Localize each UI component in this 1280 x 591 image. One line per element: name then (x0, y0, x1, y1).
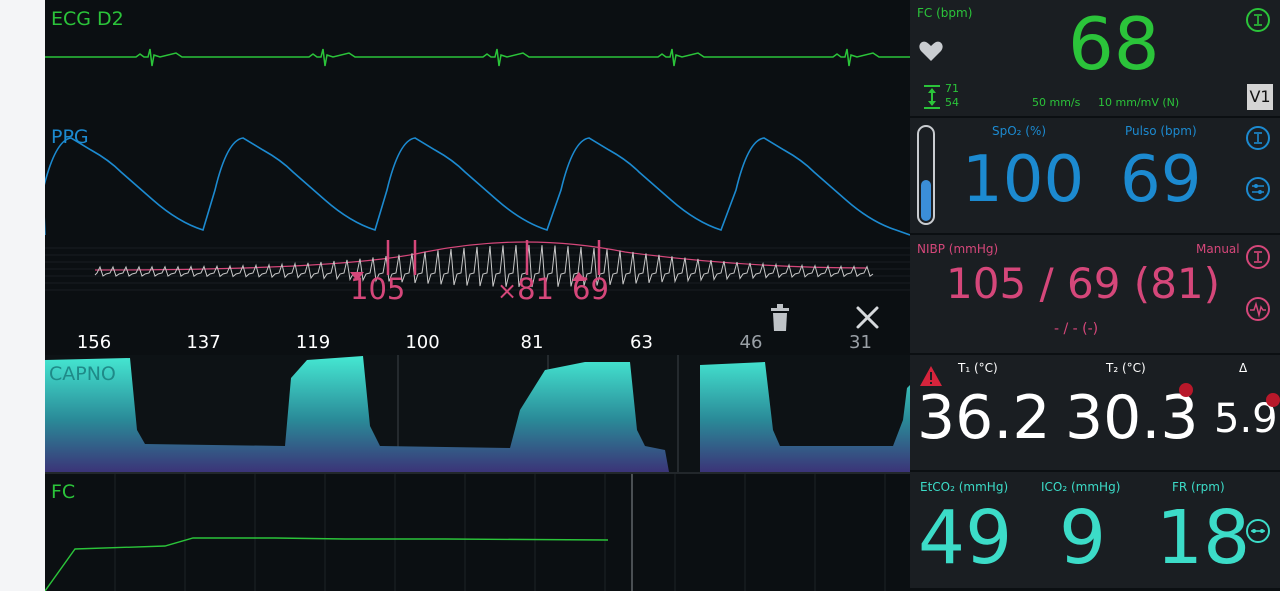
close-icon[interactable] (856, 306, 879, 329)
scale-tick-label: 81 (520, 332, 544, 353)
temperature-panel[interactable]: T₁ (°C) 36.2 T₂ (°C) 30.3 Δ 5.9 (910, 355, 1280, 470)
fc-trend-grid (45, 472, 910, 591)
spo2-label: SpO₂ (%) (992, 124, 1047, 138)
fr-value: 18 (1156, 495, 1251, 581)
etco2-label: EtCO₂ (mmHg) (920, 480, 1009, 494)
fc-value: 68 (1068, 2, 1160, 86)
ecg-gain: 10 mm/mV (N) (1098, 96, 1180, 109)
t2-label: T₂ (°C) (1106, 361, 1146, 375)
nibp-previous: - / - (-) (1054, 321, 1099, 337)
fc-limit-low: 54 (945, 96, 959, 109)
settings-sliders-icon[interactable] (1246, 177, 1270, 201)
t2-value: 30.3 (1065, 383, 1199, 453)
ico2-label: ICO₂ (mmHg) (1041, 480, 1121, 494)
fc-limit-high: 71 (945, 82, 959, 95)
scale-tick-label: 63 (630, 332, 653, 353)
nibp-systolic-marker: 105 (350, 272, 405, 306)
etco2-value: 49 (918, 495, 1013, 581)
nibp-mode: Manual (1196, 242, 1240, 256)
co2-panel[interactable]: EtCO₂ (mmHg) 49 ICO₂ (mmHg) 9 FR (rpm) 1… (910, 472, 1280, 588)
scale-tick-label: 137 (186, 332, 221, 353)
t1-label: T₁ (°C) (958, 361, 998, 375)
nibp-limits-button[interactable] (1246, 245, 1270, 269)
signal-strength-bar (917, 125, 935, 225)
spo2-limits-button[interactable] (1246, 126, 1270, 150)
nibp-diastolic-marker: 69 (572, 272, 609, 306)
nibp-waveform-icon[interactable] (1246, 297, 1270, 321)
alarm-limits-icon (924, 85, 940, 109)
fc-limits-button[interactable] (1246, 8, 1270, 32)
sweep-speed: 50 mm/s (1032, 96, 1081, 109)
waveform-canvas (45, 48, 910, 591)
spo2-panel[interactable]: SpO₂ (%) 100 Pulso (bpm) 69 (910, 118, 1280, 233)
scale-tick-label: 156 (76, 332, 112, 353)
ppg-label: PPG (51, 126, 89, 148)
trash-icon[interactable] (771, 304, 789, 331)
pulse-label: Pulso (bpm) (1125, 124, 1197, 138)
ppg-waveform (45, 137, 910, 236)
nibp-label: NIBP (mmHg) (917, 242, 999, 256)
nibp-panel[interactable]: NIBP (mmHg) Manual 105 / 69 (81) - / - (… (910, 235, 1280, 353)
nibp-mean-value: 81 (517, 272, 555, 306)
ico2-value: 9 (1059, 495, 1107, 581)
scale-tick-label: 119 (295, 332, 331, 353)
fc-label: FC (bpm) (917, 6, 973, 20)
fr-label: FR (rpm) (1172, 480, 1225, 494)
fc-trend-label: FC (51, 481, 76, 503)
heart-icon (919, 41, 943, 61)
delta-alarm-dot (1266, 393, 1280, 407)
nibp-value: 105 / 69 (81) (946, 259, 1221, 308)
nibp-oscillation-trace (94, 244, 874, 288)
waveform-area: ECG D2 PPG CAPNO FC 105 ×81 69 156 137 119… (45, 0, 910, 591)
lead-selector[interactable]: V1 (1247, 84, 1273, 110)
ecg-label: ECG D2 (51, 8, 124, 30)
left-margin (0, 0, 45, 591)
t2-alarm-dot (1179, 383, 1193, 397)
ecg-waveform (45, 48, 910, 67)
delta-label: Δ (1239, 361, 1248, 375)
parameters-panel: FC (bpm) 68 71 54 50 mm/s 10 mm/mV (N) V… (910, 0, 1280, 591)
pulse-value: 69 (1120, 143, 1202, 217)
scale-tick-label: 46 (739, 332, 763, 353)
nibp-markers (386, 240, 601, 275)
fc-panel[interactable]: FC (bpm) 68 71 54 50 mm/s 10 mm/mV (N) V… (910, 0, 1280, 116)
nibp-mean-marker: ×81 (497, 272, 555, 306)
link-icon[interactable] (1246, 519, 1270, 543)
nibp-envelope (94, 241, 868, 271)
capno-label: CAPNO (49, 363, 116, 385)
t1-value: 36.2 (917, 383, 1051, 453)
scale-tick-label: 100 (405, 332, 440, 353)
fc-trend-line (45, 537, 609, 591)
scale-tick-label: 31 (849, 332, 872, 353)
spo2-value: 100 (962, 143, 1085, 217)
